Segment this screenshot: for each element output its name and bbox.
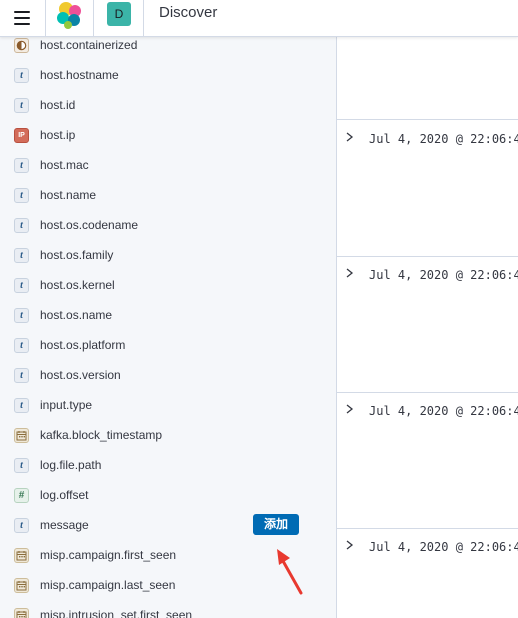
annotation-arrow-icon bbox=[277, 549, 303, 595]
string-field-type-icon: t bbox=[14, 397, 29, 413]
field-item[interactable]: t log.file.path bbox=[0, 450, 336, 480]
field-item[interactable]: t host.os.codename bbox=[0, 210, 336, 240]
timestamp-cell: Jul 4, 2020 @ 22:06:41.2 bbox=[369, 132, 518, 146]
field-item[interactable]: t input.type bbox=[0, 390, 336, 420]
field-item[interactable]: t host.os.kernel bbox=[0, 270, 336, 300]
field-name: input.type bbox=[40, 398, 93, 412]
field-item[interactable]: t host.id bbox=[0, 90, 336, 120]
hamburger-menu-icon[interactable] bbox=[8, 4, 36, 32]
chevron-right-icon[interactable] bbox=[345, 130, 355, 149]
field-item[interactable]: host.containerized bbox=[0, 37, 336, 60]
field-name: host.id bbox=[40, 98, 76, 112]
field-item[interactable]: t host.name bbox=[0, 180, 336, 210]
chevron-right-icon[interactable] bbox=[345, 402, 355, 421]
date-field-type-icon bbox=[14, 427, 29, 443]
field-name: message bbox=[40, 518, 89, 532]
field-sidebar: host.containerized t host.hostname t host.id… bbox=[0, 37, 336, 618]
ip-field-type-icon: IP bbox=[14, 127, 29, 143]
string-field-type-icon: t bbox=[14, 157, 29, 173]
add-field-button[interactable]: 添加 bbox=[253, 514, 299, 535]
table-row[interactable]: Jul 4, 2020 @ 22:06:41.2 bbox=[337, 130, 518, 152]
field-name: log.offset bbox=[40, 488, 89, 502]
string-field-type-icon: t bbox=[14, 337, 29, 353]
elastic-logo-icon[interactable] bbox=[47, 0, 93, 37]
field-item[interactable]: t host.os.name bbox=[0, 300, 336, 330]
timestamp-cell: Jul 4, 2020 @ 22:06:41.2 bbox=[369, 404, 518, 418]
string-field-type-icon: t bbox=[14, 187, 29, 203]
string-field-type-icon: t bbox=[14, 277, 29, 293]
document-table: Jul 4, 2020 @ 22:06:41.2 Jul 4, 2020 @ 22… bbox=[337, 37, 518, 618]
field-name: kafka.block_timestamp bbox=[40, 428, 163, 442]
space-avatar[interactable]: D bbox=[107, 2, 131, 26]
string-field-type-icon: t bbox=[14, 247, 29, 263]
field-name: host.hostname bbox=[40, 68, 119, 82]
string-field-type-icon: t bbox=[14, 97, 29, 113]
field-name: host.ip bbox=[40, 128, 76, 142]
chevron-right-icon[interactable] bbox=[345, 266, 355, 285]
header-divider bbox=[93, 0, 94, 37]
row-divider bbox=[337, 392, 518, 393]
chevron-right-icon[interactable] bbox=[345, 538, 355, 557]
field-name: host.os.platform bbox=[40, 338, 126, 352]
string-field-type-icon: t bbox=[14, 217, 29, 233]
field-name: host.os.name bbox=[40, 308, 113, 322]
field-item[interactable]: misp.intrusion_set.first_seen bbox=[0, 600, 336, 618]
header-divider bbox=[143, 0, 144, 37]
geo-field-type-icon bbox=[14, 37, 29, 53]
row-divider bbox=[337, 119, 518, 120]
row-divider bbox=[337, 256, 518, 257]
date-field-type-icon bbox=[14, 607, 29, 618]
field-item[interactable]: t host.os.family bbox=[0, 240, 336, 270]
field-item[interactable]: IP host.ip bbox=[0, 120, 336, 150]
field-item[interactable]: t host.hostname bbox=[0, 60, 336, 90]
field-item[interactable]: t host.os.platform bbox=[0, 330, 336, 360]
field-name: host.os.kernel bbox=[40, 278, 115, 292]
field-item[interactable]: t host.mac bbox=[0, 150, 336, 180]
field-list: host.containerized t host.hostname t host.id… bbox=[0, 37, 336, 618]
row-divider bbox=[337, 528, 518, 529]
field-name: misp.campaign.last_seen bbox=[40, 578, 176, 592]
field-name: log.file.path bbox=[40, 458, 102, 472]
field-item[interactable]: kafka.block_timestamp bbox=[0, 420, 336, 450]
field-item[interactable]: t message 添加 bbox=[0, 510, 336, 540]
field-name: misp.campaign.first_seen bbox=[40, 548, 177, 562]
page-title: Discover bbox=[159, 4, 218, 21]
string-field-type-icon: t bbox=[14, 457, 29, 473]
field-name: host.containerized bbox=[40, 38, 138, 52]
timestamp-cell: Jul 4, 2020 @ 22:06:41.2 bbox=[369, 540, 518, 554]
field-name: misp.intrusion_set.first_seen bbox=[40, 608, 193, 618]
string-field-type-icon: t bbox=[14, 307, 29, 323]
header-divider bbox=[45, 0, 46, 37]
top-header: D Discover bbox=[0, 0, 518, 37]
date-field-type-icon bbox=[14, 547, 29, 563]
field-name: host.name bbox=[40, 188, 97, 202]
field-name: host.os.version bbox=[40, 368, 121, 382]
table-row[interactable]: Jul 4, 2020 @ 22:06:41.2 bbox=[337, 402, 518, 424]
number-field-type-icon: # bbox=[14, 487, 29, 503]
table-row[interactable]: Jul 4, 2020 @ 22:06:41.2 bbox=[337, 266, 518, 288]
field-name: host.os.codename bbox=[40, 218, 139, 232]
string-field-type-icon: t bbox=[14, 517, 29, 533]
table-row[interactable]: Jul 4, 2020 @ 22:06:41.2 bbox=[337, 538, 518, 560]
date-field-type-icon bbox=[14, 577, 29, 593]
field-name: host.os.family bbox=[40, 248, 114, 262]
field-name: host.mac bbox=[40, 158, 89, 172]
timestamp-cell: Jul 4, 2020 @ 22:06:41.2 bbox=[369, 268, 518, 282]
field-item[interactable]: t host.os.version bbox=[0, 360, 336, 390]
field-item[interactable]: # log.offset bbox=[0, 480, 336, 510]
string-field-type-icon: t bbox=[14, 367, 29, 383]
string-field-type-icon: t bbox=[14, 67, 29, 83]
